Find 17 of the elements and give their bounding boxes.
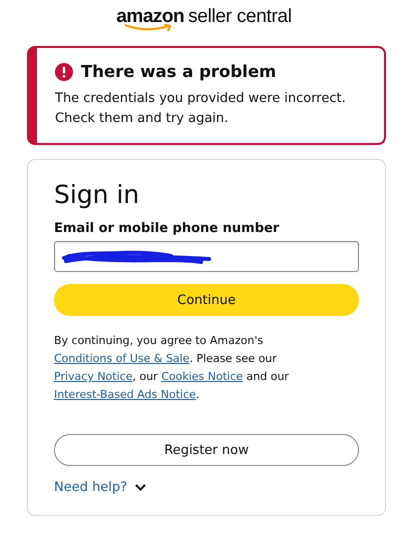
signin-title: Sign in	[54, 180, 140, 209]
logo-product: seller central	[188, 6, 292, 28]
email-field[interactable]	[54, 241, 359, 272]
continue-button[interactable]: Continue	[54, 284, 359, 316]
field-label: Email or mobile phone number	[54, 221, 280, 236]
legal-link[interactable]: Interest-Based Ads Notice	[54, 388, 196, 401]
legal-link[interactable]: Conditions of Use & Sale	[54, 352, 190, 365]
logo-brand: amazon	[116, 6, 184, 28]
caret-icon	[135, 484, 146, 491]
error-icon	[55, 62, 73, 80]
legal-link[interactable]: Cookies Notice	[161, 370, 243, 383]
alert-title: There was a problem	[81, 62, 276, 81]
legal-notice: By continuing, you agree to Amazon's Conditions of Use & Sale. Please see our Privacy Notice, our Cookies Notice and our Interest-Based Ads Notice.	[54, 333, 290, 403]
register-button[interactable]: Register now	[54, 434, 359, 466]
legal-link[interactable]: Privacy Notice	[54, 370, 132, 383]
need-help-link[interactable]: Need help?	[54, 480, 146, 495]
alert-message: The credentials you provided were incorrect. Check them and try again.	[55, 90, 347, 128]
